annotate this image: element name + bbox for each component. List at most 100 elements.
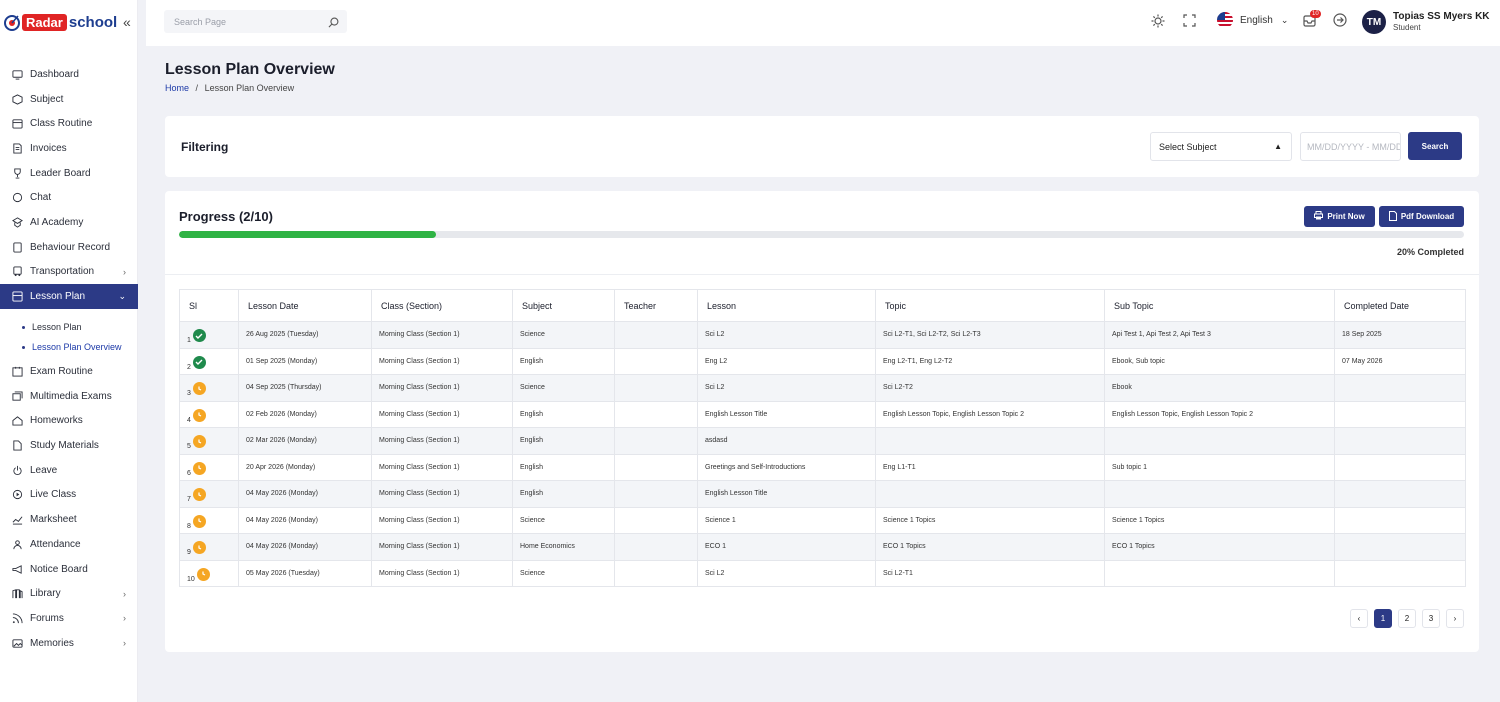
cell-lesson-date: 02 Mar 2026 (Monday) bbox=[238, 427, 372, 455]
sidebar-item-attendance[interactable]: Attendance bbox=[0, 532, 138, 557]
sidebar-item-forums[interactable]: Forums › bbox=[0, 606, 138, 631]
cell-subject: English bbox=[512, 453, 615, 481]
sidebar-item-chat[interactable]: Chat bbox=[0, 185, 138, 210]
cell-sub-topic: Ebook, Sub topic bbox=[1104, 347, 1335, 375]
cell-sl: 10 bbox=[179, 559, 239, 587]
column-header-lesson[interactable]: Lesson bbox=[697, 289, 876, 322]
table-row: 1 26 Aug 2025 (Tuesday) Morning Class (Sec… bbox=[179, 321, 1466, 349]
pagination-prev-button[interactable]: ‹ bbox=[1350, 609, 1368, 628]
print-now-button[interactable]: Print Now bbox=[1304, 206, 1375, 227]
sidebar-item-notice-board[interactable]: Notice Board bbox=[0, 557, 138, 582]
submenu-item-lesson-plan-overview[interactable]: Lesson Plan Overview bbox=[0, 337, 138, 357]
pagination-page-3[interactable]: 3 bbox=[1422, 609, 1440, 628]
search-input[interactable] bbox=[174, 16, 324, 27]
sidebar-item-library[interactable]: Library › bbox=[0, 581, 138, 606]
table-row: 6 20 Apr 2026 (Monday) Morning Class (Sect… bbox=[179, 453, 1466, 481]
column-header-lesson-date[interactable]: Lesson Date bbox=[238, 289, 372, 322]
cell-teacher bbox=[614, 400, 698, 428]
sidebar-item-multimedia-exams[interactable]: Multimedia Exams bbox=[0, 384, 138, 409]
cell-subject: Science bbox=[512, 374, 615, 402]
sidebar-item-marksheet[interactable]: Marksheet bbox=[0, 507, 138, 532]
divider bbox=[165, 274, 1479, 275]
sl-cell-content: 7 bbox=[187, 484, 238, 503]
breadcrumb-home-link[interactable]: Home bbox=[165, 83, 189, 93]
pdf-download-label: Pdf Download bbox=[1400, 212, 1455, 221]
cell-lesson-date: 04 May 2026 (Monday) bbox=[238, 480, 372, 508]
language-label: English bbox=[1240, 14, 1273, 26]
column-header-subject[interactable]: Subject bbox=[512, 289, 615, 322]
sidebar-item-behaviour-record[interactable]: Behaviour Record bbox=[0, 235, 138, 260]
cell-topic bbox=[875, 480, 1105, 508]
column-header-teacher[interactable]: Teacher bbox=[614, 289, 698, 322]
sidebar-item-ai-academy[interactable]: AI Academy bbox=[0, 210, 138, 235]
subject-select[interactable]: Select Subject ▲ bbox=[1150, 132, 1292, 161]
marksheet-icon bbox=[11, 514, 23, 526]
cell-sub-topic bbox=[1104, 427, 1335, 455]
row-number: 6 bbox=[187, 469, 191, 477]
date-range-input[interactable] bbox=[1300, 132, 1401, 161]
cell-teacher bbox=[614, 321, 698, 349]
sidebar-item-exam-routine[interactable]: Exam Routine bbox=[0, 359, 138, 384]
notification-count-badge: 10 bbox=[1310, 10, 1321, 18]
sidebar-item-leader-board[interactable]: Leader Board bbox=[0, 161, 138, 186]
submenu-item-lesson-plan[interactable]: Lesson Plan bbox=[0, 317, 138, 337]
table-row: 4 02 Feb 2026 (Monday) Morning Class (Sect… bbox=[179, 400, 1466, 428]
pagination-next-button[interactable]: › bbox=[1446, 609, 1464, 628]
page-title: Lesson Plan Overview bbox=[165, 61, 335, 78]
column-header-topic[interactable]: Topic bbox=[875, 289, 1105, 322]
avatar[interactable]: TM bbox=[1362, 10, 1386, 34]
fullscreen-icon[interactable] bbox=[1183, 14, 1196, 32]
cell-subject: English bbox=[512, 400, 615, 428]
trophy-icon bbox=[11, 167, 23, 179]
document-icon bbox=[1388, 210, 1397, 223]
table-row: 9 04 May 2026 (Monday) Morning Class (Sect… bbox=[179, 533, 1466, 561]
clock-icon bbox=[192, 488, 206, 502]
sidebar-item-study-materials[interactable]: Study Materials bbox=[0, 433, 138, 458]
cell-class-section: Morning Class (Section 1) bbox=[371, 374, 513, 402]
column-header-sl[interactable]: Sl bbox=[179, 289, 239, 322]
cell-lesson-date: 20 Apr 2026 (Monday) bbox=[238, 453, 372, 481]
sidebar-item-lesson-plan[interactable]: Lesson Plan ⌄ bbox=[0, 284, 138, 310]
search-icon[interactable] bbox=[328, 15, 339, 33]
sidebar-item-invoices[interactable]: Invoices bbox=[0, 136, 138, 161]
logo-school-text: school bbox=[68, 13, 118, 31]
collapse-sidebar-icon[interactable]: « bbox=[123, 14, 131, 30]
logo[interactable]: Radar school bbox=[4, 10, 117, 34]
theme-toggle-icon[interactable] bbox=[1151, 14, 1165, 33]
bus-icon bbox=[11, 266, 23, 278]
sidebar-item-label: Class Routine bbox=[30, 118, 93, 130]
sidebar-item-label: Exam Routine bbox=[30, 366, 93, 378]
cell-sl: 9 bbox=[179, 533, 239, 561]
sidebar-item-leave[interactable]: Leave bbox=[0, 458, 138, 483]
column-header-class-section[interactable]: Class (Section) bbox=[371, 289, 513, 322]
cell-class-section: Morning Class (Section 1) bbox=[371, 480, 513, 508]
cell-teacher bbox=[614, 347, 698, 375]
submenu-item-label: Lesson Plan bbox=[32, 322, 82, 333]
column-header-completed-date[interactable]: Completed Date bbox=[1334, 289, 1466, 322]
cell-lesson-date: 02 Feb 2026 (Monday) bbox=[238, 400, 372, 428]
column-header-sub-topic[interactable]: Sub Topic bbox=[1104, 289, 1335, 322]
sidebar-item-transportation[interactable]: Transportation › bbox=[0, 260, 138, 285]
sidebar-item-subject[interactable]: Subject bbox=[0, 87, 138, 112]
sidebar-item-homeworks[interactable]: Homeworks bbox=[0, 409, 138, 434]
pdf-download-button[interactable]: Pdf Download bbox=[1379, 206, 1464, 227]
sidebar-item-dashboard[interactable]: Dashboard bbox=[0, 62, 138, 87]
sidebar-item-memories[interactable]: Memories › bbox=[0, 631, 138, 656]
table-row: 7 04 May 2026 (Monday) Morning Class (Sect… bbox=[179, 480, 1466, 508]
search-button[interactable]: Search bbox=[1408, 132, 1462, 160]
language-selector[interactable]: English ⌄ bbox=[1217, 12, 1288, 28]
lesson-plan-table: Sl Lesson Date Class (Section) Subject Teach… bbox=[179, 289, 1466, 587]
bullet-icon bbox=[22, 325, 25, 329]
cell-lesson-date: 26 Aug 2025 (Tuesday) bbox=[238, 321, 372, 349]
image-icon bbox=[11, 637, 23, 649]
cell-sl: 6 bbox=[179, 453, 239, 481]
breadcrumb-separator: / bbox=[195, 83, 199, 93]
cell-sub-topic: ECO 1 Topics bbox=[1104, 533, 1335, 561]
pagination-page-2[interactable]: 2 bbox=[1398, 609, 1416, 628]
chat-icon bbox=[11, 192, 23, 204]
sidebar-item-live-class[interactable]: Live Class bbox=[0, 483, 138, 508]
pagination-page-1[interactable]: 1 bbox=[1374, 609, 1392, 628]
logout-icon[interactable] bbox=[1333, 13, 1347, 32]
sidebar-item-class-routine[interactable]: Class Routine bbox=[0, 111, 138, 136]
cell-completed-date bbox=[1334, 506, 1466, 534]
